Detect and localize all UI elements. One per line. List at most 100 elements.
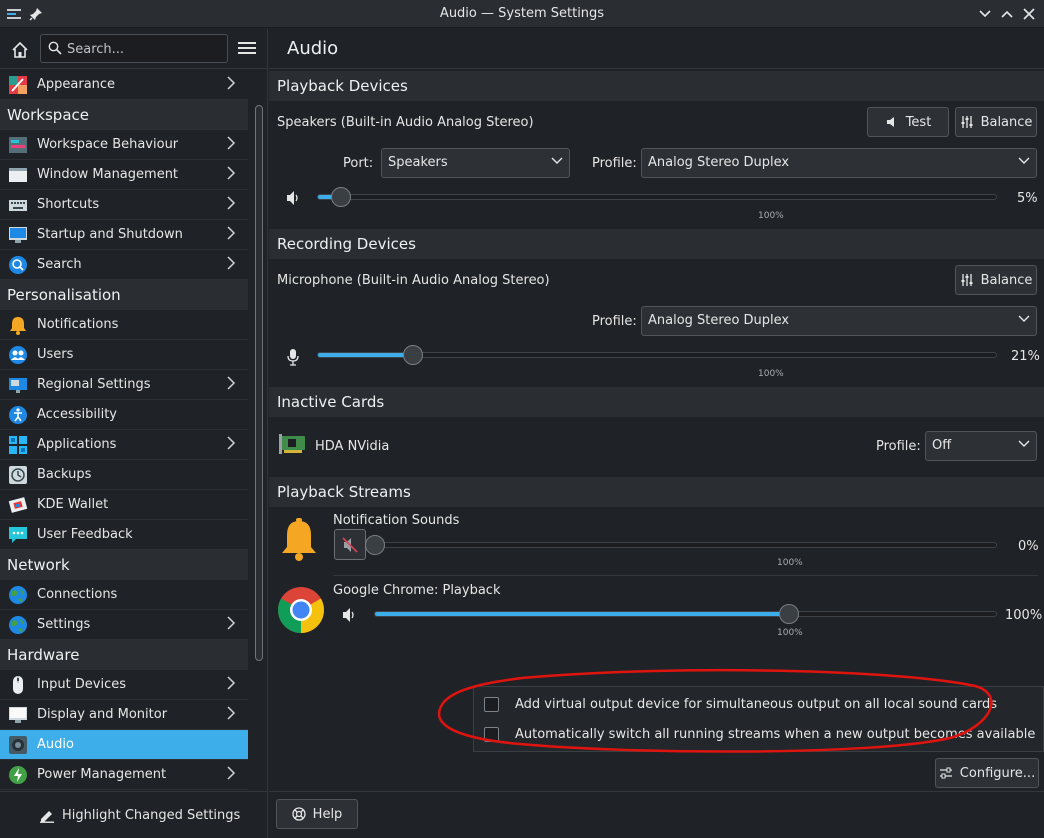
sidebar-item-shortcuts[interactable]: Shortcuts	[0, 190, 248, 220]
sidebar-item-label: Users	[37, 347, 74, 362]
stream-name: Notification Sounds	[333, 513, 460, 528]
stream-volume-slider[interactable]	[365, 535, 997, 555]
sidebar-category-hardware: Hardware	[0, 640, 248, 670]
inactive-profile-select[interactable]: Off	[925, 431, 1037, 461]
sidebar-item-backups[interactable]: Backups	[0, 460, 248, 490]
sidebar-item-label: Accessibility	[37, 407, 117, 422]
sidebar-item-applications[interactable]: Applications	[0, 430, 248, 460]
port-label: Port:	[343, 156, 374, 171]
volume-icon[interactable]	[341, 607, 359, 627]
sidebar-item-appearance[interactable]: Appearance	[0, 70, 248, 100]
sidebar-item-kde-wallet[interactable]: KDE Wallet	[0, 490, 248, 520]
minimize-icon[interactable]	[975, 4, 995, 24]
sidebar-item-label: Input Devices	[37, 677, 127, 692]
chrome-app-icon	[277, 586, 325, 638]
sidebar-item-user-feedback[interactable]: User Feedback	[0, 520, 248, 550]
microphone-icon[interactable]	[286, 348, 300, 370]
sidebar-item-audio[interactable]: Audio	[0, 730, 248, 760]
volume-100-mark: 100%	[758, 211, 784, 221]
test-button[interactable]: Test	[867, 107, 949, 137]
hamburger-menu-icon[interactable]	[236, 39, 258, 59]
sidebar-item-label: Display and Monitor	[37, 707, 168, 722]
sidebar-item-accessibility[interactable]: Accessibility	[0, 400, 248, 430]
chevron-right-icon	[226, 616, 236, 634]
stream-divider	[333, 575, 1038, 576]
sidebar-item-notifications[interactable]: Notifications	[0, 310, 248, 340]
highlight-changed-button[interactable]: Highlight Changed Settings	[38, 807, 240, 823]
sidebar-item-startup-and-shutdown[interactable]: Startup and Shutdown	[0, 220, 248, 250]
volume-icon[interactable]	[285, 190, 303, 210]
sidebar-item-input-devices[interactable]: Input Devices	[0, 670, 248, 700]
muted-speaker-icon	[342, 537, 358, 553]
stream-name: Google Chrome: Playback	[333, 583, 501, 598]
slider-handle[interactable]	[779, 604, 799, 624]
sidebar: Appearance Workspace Workspace Behaviour Wi…	[0, 29, 268, 838]
port-value: Speakers	[388, 155, 448, 170]
playback-profile-select[interactable]: Analog Stereo Duplex	[641, 148, 1037, 178]
window-title: Audio — System Settings	[439, 6, 605, 21]
monitor-icon	[8, 705, 28, 725]
section-title: Playback Streams	[277, 483, 411, 501]
home-icon[interactable]	[6, 37, 34, 63]
sliders-icon	[961, 274, 973, 286]
help-icon	[292, 807, 306, 821]
mute-button[interactable]	[334, 529, 366, 560]
sidebar-item-search[interactable]: Search	[0, 250, 248, 280]
sidebar-item-label: Search	[37, 257, 82, 272]
sidebar-item-workspace-behaviour[interactable]: Workspace Behaviour	[0, 130, 248, 160]
recording-profile-value: Analog Stereo Duplex	[648, 313, 790, 328]
volume-100-mark: 100%	[777, 558, 803, 568]
sidebar-item-label: Workspace Behaviour	[37, 137, 179, 152]
feedback-icon	[8, 525, 28, 545]
sidebar-item-window-management[interactable]: Window Management	[0, 160, 248, 190]
sidebar-item-label: Window Management	[37, 167, 179, 182]
inactive-cards-header: Inactive Cards	[269, 387, 1044, 417]
sound-card-icon	[279, 433, 307, 459]
chevron-right-icon	[226, 136, 236, 154]
chevron-right-icon	[226, 706, 236, 724]
search-input[interactable]	[67, 39, 222, 59]
slider-handle[interactable]	[402, 345, 423, 365]
recording-devices-header: Recording Devices	[269, 229, 1044, 259]
recording-profile-select[interactable]: Analog Stereo Duplex	[641, 306, 1037, 336]
power-icon	[8, 765, 28, 785]
sidebar-item-connections[interactable]: Connections	[0, 580, 248, 610]
sidebar-scrollbar[interactable]	[255, 105, 263, 661]
chevron-right-icon	[226, 166, 236, 184]
configure-button[interactable]: Configure...	[935, 758, 1039, 788]
sliders-icon	[961, 116, 973, 128]
chevron-down-icon	[551, 154, 563, 170]
help-button[interactable]: Help	[276, 799, 358, 829]
sidebar-item-users[interactable]: Users	[0, 340, 248, 370]
sidebar-item-display-and-monitor[interactable]: Display and Monitor	[0, 700, 248, 730]
slider-handle[interactable]	[365, 535, 385, 555]
sidebar-item-regional-settings[interactable]: Regional Settings	[0, 370, 248, 400]
chevron-right-icon	[226, 196, 236, 214]
chevron-down-icon	[1018, 437, 1030, 453]
maximize-icon[interactable]	[997, 4, 1017, 24]
playback-device-name: Speakers (Built-in Audio Analog Stereo)	[277, 115, 534, 130]
window-icon	[8, 165, 28, 185]
globe-icon	[8, 585, 28, 605]
close-icon[interactable]	[1019, 4, 1039, 24]
playback-streams-header: Playback Streams	[269, 477, 1044, 507]
search-field[interactable]	[40, 34, 228, 63]
inactive-profile-value: Off	[932, 438, 952, 453]
users-icon	[8, 345, 28, 365]
globe-settings-icon	[8, 615, 28, 635]
applications-icon	[8, 435, 28, 455]
slider-handle[interactable]	[330, 187, 351, 207]
recording-balance-button[interactable]: Balance	[955, 265, 1037, 295]
chevron-down-icon	[1018, 312, 1030, 328]
appearance-icon	[8, 75, 28, 95]
sidebar-item-settings[interactable]: Settings	[0, 610, 248, 640]
sidebar-item-label: Connections	[37, 587, 118, 602]
recording-volume-slider[interactable]	[317, 345, 997, 365]
port-select[interactable]: Speakers	[381, 148, 570, 178]
playback-volume-slider[interactable]	[317, 187, 997, 207]
playback-balance-button[interactable]: Balance	[955, 107, 1037, 137]
recording-volume-value: 21%	[1011, 349, 1040, 364]
page-title: Audio	[287, 38, 339, 59]
stream-volume-slider[interactable]	[374, 604, 997, 624]
sidebar-item-power-management[interactable]: Power Management	[0, 760, 248, 790]
